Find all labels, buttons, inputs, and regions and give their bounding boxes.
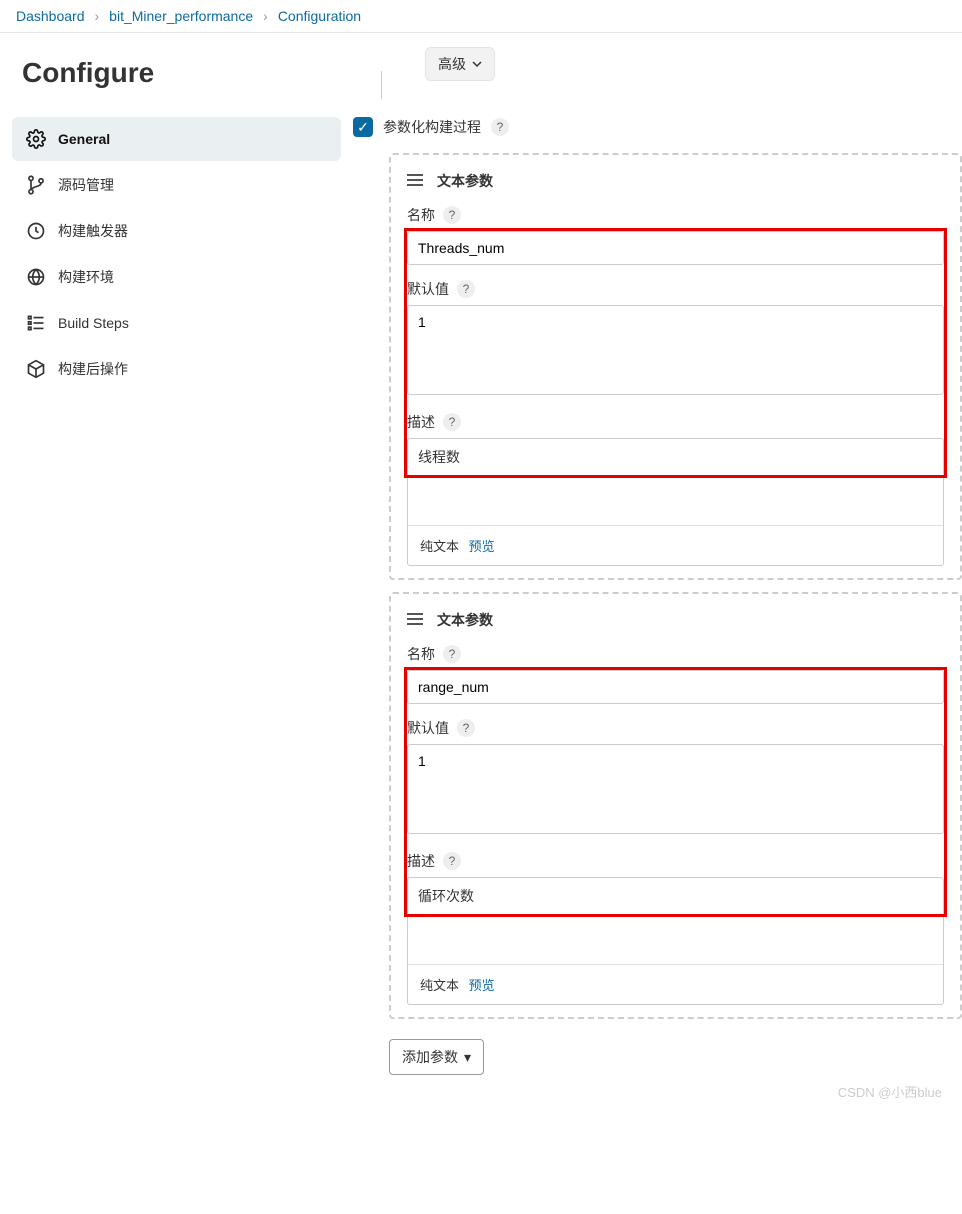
- nav-triggers[interactable]: 构建触发器: [12, 209, 341, 253]
- desc-label: 描述: [407, 851, 435, 871]
- param-desc-input[interactable]: 线程数: [408, 439, 943, 475]
- nav-label: General: [58, 131, 110, 147]
- param-type-label: 文本参数: [437, 171, 493, 191]
- page-title: Configure: [22, 57, 341, 89]
- clock-icon: [26, 221, 46, 241]
- drag-handle-icon[interactable]: [407, 173, 423, 189]
- preview-tab[interactable]: 预览: [469, 978, 495, 993]
- gear-icon: [26, 129, 46, 149]
- advanced-button[interactable]: 高级: [425, 47, 495, 81]
- package-icon: [26, 359, 46, 379]
- preview-tab[interactable]: 预览: [469, 539, 495, 554]
- nav-steps[interactable]: Build Steps: [12, 301, 341, 345]
- nav-label: Build Steps: [58, 315, 129, 331]
- name-label: 名称: [407, 205, 435, 225]
- help-icon[interactable]: ?: [443, 852, 461, 870]
- chevron-right-icon: ›: [263, 8, 268, 24]
- steps-icon: [26, 313, 46, 333]
- parameter-block: 文本参数 名称 ? 默认值 ? 描述 ? 循环次数: [389, 592, 962, 1019]
- parameter-block: 文本参数 名称 ? 默认值 ? 描述 ? 线程数: [389, 153, 962, 580]
- nav-label: 构建触发器: [58, 221, 128, 241]
- breadcrumb-configuration[interactable]: Configuration: [278, 8, 361, 24]
- drag-handle-icon[interactable]: [407, 612, 423, 628]
- nav-env[interactable]: 构建环境: [12, 255, 341, 299]
- help-icon[interactable]: ?: [443, 206, 461, 224]
- config-nav: General 源码管理 构建触发器 构建环境 Build Steps 构建后操…: [12, 117, 341, 391]
- divider: [381, 71, 382, 99]
- help-icon[interactable]: ?: [457, 719, 475, 737]
- param-default-input[interactable]: [407, 744, 944, 834]
- help-icon[interactable]: ?: [491, 118, 509, 136]
- param-default-input[interactable]: [407, 305, 944, 395]
- nav-scm[interactable]: 源码管理: [12, 163, 341, 207]
- help-icon[interactable]: ?: [457, 280, 475, 298]
- param-name-input[interactable]: [407, 670, 944, 704]
- watermark: CSDN @小西blue: [838, 1082, 942, 1101]
- desc-label: 描述: [407, 412, 435, 432]
- param-type-label: 文本参数: [437, 610, 493, 630]
- breadcrumb-dashboard[interactable]: Dashboard: [16, 8, 85, 24]
- add-parameter-button[interactable]: 添加参数 ▾: [389, 1039, 484, 1075]
- chevron-down-icon: [472, 59, 482, 69]
- plain-text-tab[interactable]: 纯文本: [420, 539, 459, 554]
- nav-label: 源码管理: [58, 175, 114, 195]
- parameterized-checkbox[interactable]: ✓: [353, 117, 373, 137]
- caret-down-icon: ▾: [464, 1049, 471, 1066]
- param-desc-input[interactable]: 循环次数: [408, 878, 943, 914]
- advanced-label: 高级: [438, 54, 466, 74]
- breadcrumb-project[interactable]: bit_Miner_performance: [109, 8, 253, 24]
- nav-label: 构建环境: [58, 267, 114, 287]
- branch-icon: [26, 175, 46, 195]
- parameterized-label: 参数化构建过程: [383, 117, 481, 137]
- help-icon[interactable]: ?: [443, 413, 461, 431]
- default-label: 默认值: [407, 279, 449, 299]
- param-name-input[interactable]: [407, 231, 944, 265]
- default-label: 默认值: [407, 718, 449, 738]
- add-parameter-label: 添加参数: [402, 1047, 458, 1067]
- nav-post[interactable]: 构建后操作: [12, 347, 341, 391]
- help-icon[interactable]: ?: [443, 645, 461, 663]
- chevron-right-icon: ›: [95, 8, 100, 24]
- nav-general[interactable]: General: [12, 117, 341, 161]
- nav-label: 构建后操作: [58, 359, 128, 379]
- name-label: 名称: [407, 644, 435, 664]
- plain-text-tab[interactable]: 纯文本: [420, 978, 459, 993]
- breadcrumb: Dashboard › bit_Miner_performance › Conf…: [0, 0, 962, 33]
- globe-icon: [26, 267, 46, 287]
